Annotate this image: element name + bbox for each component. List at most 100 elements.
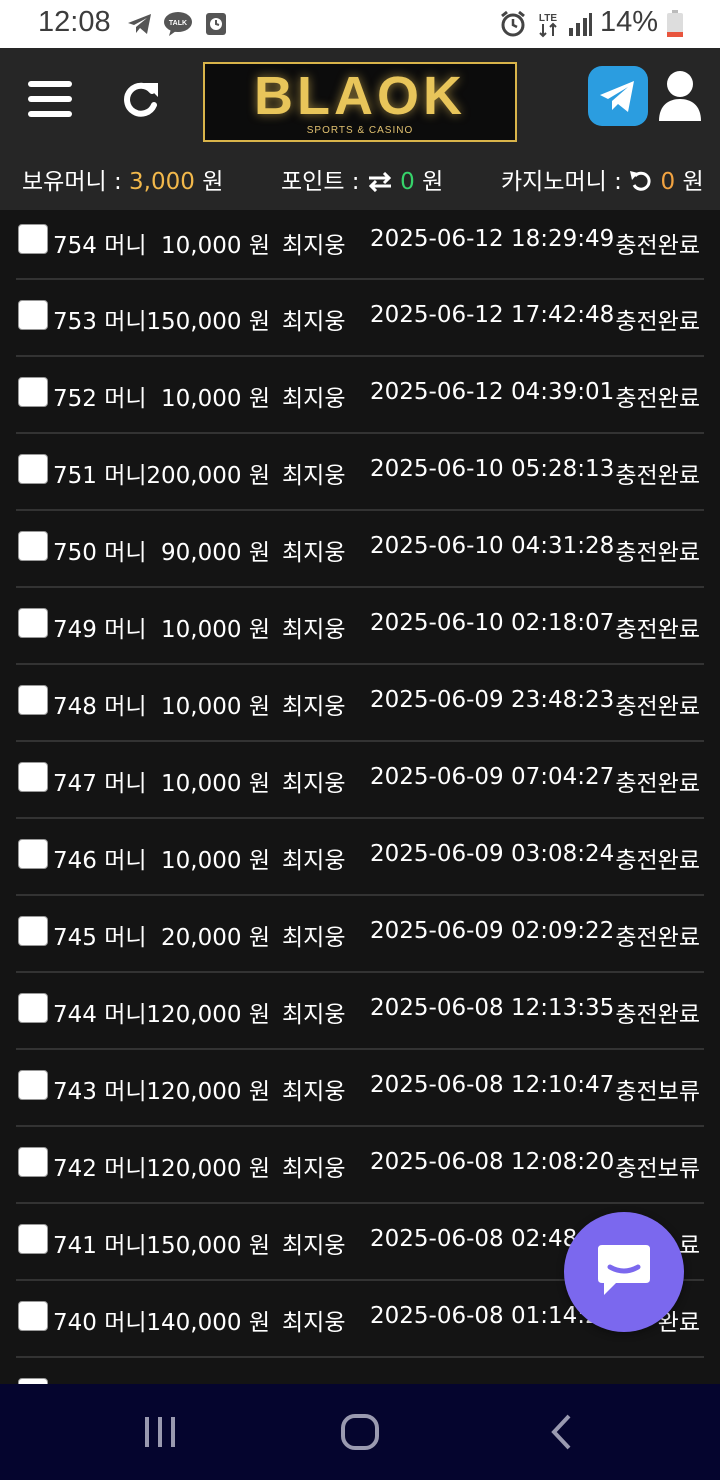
row-status: 충전완료: [615, 925, 700, 951]
row-status: 충전완료: [615, 233, 700, 259]
table-row[interactable]: 745 머니 20,000 원 최지웅 2025-06-09 02:09:22 충전완료: [16, 896, 704, 973]
home-icon[interactable]: [330, 1406, 390, 1458]
row-checkbox[interactable]: [18, 300, 48, 330]
row-datetime: 2025-06-12 17:42:48: [370, 302, 615, 328]
row-amount: 10,000 원: [161, 233, 270, 259]
row-datetime: 2025-06-12 18:29:49: [370, 226, 615, 252]
lte-icon: LTE: [535, 10, 561, 38]
row-datetime: 2025-06-12 04:39:01: [370, 379, 615, 405]
status-time: 12:08: [38, 6, 111, 38]
kakaotalk-icon: TALK: [163, 10, 193, 38]
money-value: 3,000: [129, 169, 195, 195]
table-row[interactable]: 743 머니 120,000 원 최지웅 2025-06-08 12:10:47 충전보…: [16, 1050, 704, 1127]
point-unit: 원: [422, 169, 444, 195]
casino-label: 카지노머니 :: [501, 169, 622, 195]
table-row[interactable]: 752 머니 10,000 원 최지웅 2025-06-12 04:39:01 충전완료: [16, 357, 704, 434]
row-datetime: 2025-06-09 03:08:24: [370, 841, 615, 867]
lte-label: LTE: [539, 13, 557, 24]
refresh-icon[interactable]: [114, 74, 166, 124]
back-icon[interactable]: [532, 1406, 592, 1458]
row-datetime: 2025-06-08 02:48:: [370, 1226, 586, 1252]
row-user: 최지웅: [282, 617, 346, 643]
row-checkbox[interactable]: [18, 916, 48, 946]
row-amount: 120,000 원: [146, 1156, 270, 1182]
row-user: 최지웅: [282, 771, 346, 797]
battery-icon: [664, 10, 686, 38]
brand-logo[interactable]: BLAOK SPORTS & CASINO: [203, 62, 517, 142]
row-user: 최지웅: [282, 540, 346, 566]
row-checkbox[interactable]: [18, 454, 48, 484]
row-amount: 140,000 원: [146, 1310, 270, 1336]
row-status: 충전완료: [615, 771, 700, 797]
balance-bar: 보유머니 : 3,000 원 포인트 : 0 원 카지노머니 : 0 원: [0, 160, 720, 200]
row-status: 충전완료: [615, 617, 700, 643]
brand-logo-text: BLAOK: [254, 65, 466, 126]
row-user: 최지웅: [282, 925, 346, 951]
row-checkbox[interactable]: [18, 1224, 48, 1254]
table-row[interactable]: 744 머니 120,000 원 최지웅 2025-06-08 12:13:35 충전완…: [16, 973, 704, 1050]
row-user: 최지웅: [282, 309, 346, 335]
row-status: 충전보류: [615, 1079, 700, 1105]
chat-bubble-icon: [594, 1241, 654, 1303]
brand-logo-subtitle: SPORTS & CASINO: [306, 124, 414, 136]
row-status: 충전완료: [615, 309, 700, 335]
row-checkbox[interactable]: [18, 1147, 48, 1177]
table-row[interactable]: 750 머니 90,000 원 최지웅 2025-06-10 04:31:28 충전완료: [16, 511, 704, 588]
chat-button[interactable]: [564, 1212, 684, 1332]
app-header: BLAOK SPORTS & CASINO 보유머니 : 3,000 원 포인트…: [0, 48, 720, 210]
table-row[interactable]: 753 머니 150,000 원 최지웅 2025-06-12 17:42:48 충전완…: [16, 280, 704, 357]
battery-percent: 14%: [599, 6, 658, 38]
undo-icon[interactable]: [629, 170, 653, 198]
row-checkbox[interactable]: [18, 608, 48, 638]
table-row[interactable]: 751 머니 200,000 원 최지웅 2025-06-10 05:28:13 충전완…: [16, 434, 704, 511]
row-amount: 10,000 원: [161, 694, 270, 720]
recent-apps-icon[interactable]: [130, 1406, 190, 1458]
casino-value: 0: [660, 169, 676, 195]
talk-label: TALK: [169, 20, 187, 27]
row-checkbox[interactable]: [18, 1301, 48, 1331]
table-row[interactable]: 749 머니 10,000 원 최지웅 2025-06-10 02:18:07 충전완료: [16, 588, 704, 665]
table-row[interactable]: 747 머니 10,000 원 최지웅 2025-06-09 07:04:27 충전완료: [16, 742, 704, 819]
table-row[interactable]: 748 머니 10,000 원 최지웅 2025-06-09 23:48:23 충전완료: [16, 665, 704, 742]
clock-app-icon: [204, 10, 228, 38]
row-checkbox[interactable]: [18, 224, 48, 254]
row-amount: 90,000 원: [161, 540, 270, 566]
deposit-history-list: 754 머니 10,000 원 최지웅 2025-06-12 18:29:49 충전완료…: [16, 210, 704, 1384]
row-status: 충전완료: [615, 540, 700, 566]
status-bar: 12:08 TALK LTE 14%: [0, 0, 720, 48]
row-checkbox[interactable]: [18, 839, 48, 869]
row-checkbox[interactable]: [18, 531, 48, 561]
row-user: 최지웅: [282, 848, 346, 874]
row-checkbox[interactable]: [18, 685, 48, 715]
row-status: 충전완료: [615, 848, 700, 874]
row-amount: 200,000 원: [146, 463, 270, 489]
row-user: 최지웅: [282, 1079, 346, 1105]
row-checkbox[interactable]: [18, 762, 48, 792]
row-checkbox[interactable]: [18, 1070, 48, 1100]
row-datetime: 2025-06-08 12:08:20: [370, 1149, 615, 1175]
row-user: 최지웅: [282, 233, 346, 259]
point-label: 포인트 :: [281, 169, 360, 195]
row-amount: 150,000 원: [146, 1233, 270, 1259]
swap-icon[interactable]: [367, 171, 393, 198]
telegram-icon: [126, 10, 154, 38]
row-user: 최지웅: [282, 386, 346, 412]
row-datetime: 2025-06-09 23:48:23: [370, 687, 615, 713]
money-unit: 원: [202, 169, 224, 195]
row-user: 최지웅: [282, 463, 346, 489]
point-balance: 포인트 : 0 원: [281, 162, 443, 198]
row-checkbox[interactable]: [18, 377, 48, 407]
telegram-icon[interactable]: [588, 66, 648, 126]
user-icon[interactable]: [656, 66, 704, 126]
row-user: 최지웅: [282, 694, 346, 720]
row-datetime: 2025-06-10 04:31:28: [370, 533, 615, 559]
row-user: 최지웅: [282, 1233, 346, 1259]
point-value: 0: [400, 169, 415, 195]
table-row[interactable]: [16, 1358, 704, 1384]
table-row[interactable]: 742 머니 120,000 원 최지웅 2025-06-08 12:08:20 충전보…: [16, 1127, 704, 1204]
table-row[interactable]: 746 머니 10,000 원 최지웅 2025-06-09 03:08:24 충전완료: [16, 819, 704, 896]
table-row[interactable]: 754 머니 10,000 원 최지웅 2025-06-12 18:29:49 충전완료: [16, 210, 704, 280]
menu-icon[interactable]: [22, 74, 78, 124]
row-checkbox[interactable]: [18, 993, 48, 1023]
row-amount: 10,000 원: [161, 848, 270, 874]
